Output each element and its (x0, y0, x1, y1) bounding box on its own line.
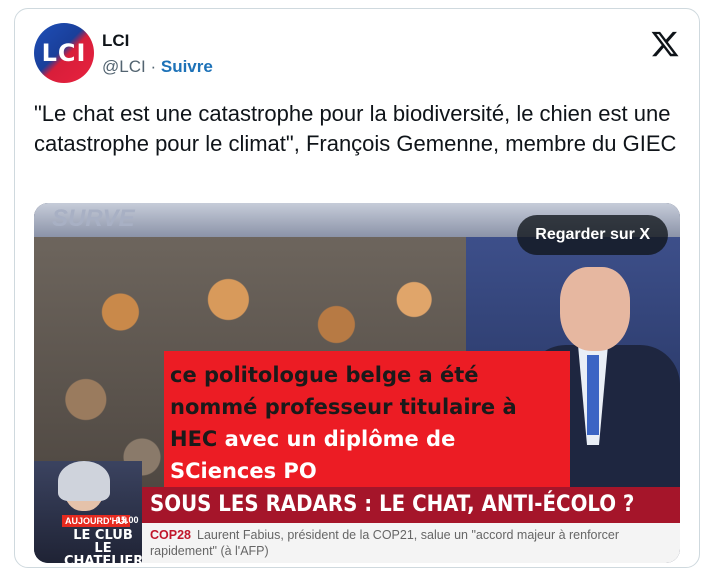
avatar[interactable]: LCI (34, 23, 94, 83)
tweet-text: "Le chat est une catastrophe pour la bio… (34, 101, 677, 156)
watch-on-x-button[interactable]: Regarder sur X (517, 215, 668, 255)
tweet-header: LCI LCI @LCI · Suivre (34, 23, 680, 87)
news-banner: SOUS LES RADARS : LE CHAT, ANTI-ÉCOLO ? (142, 487, 680, 523)
separator: · (150, 57, 157, 76)
today-time: 15.00 (116, 515, 139, 525)
handle-row: @LCI · Suivre (102, 57, 213, 77)
caption-overlay: ce politologue belge a été nommé profess… (164, 351, 570, 493)
anchor-thumbnail: AUJOURD'HUI 15.00 LE CLUB LE CHATELIER (34, 461, 144, 563)
guest-tie (587, 355, 599, 435)
follow-button[interactable]: Suivre (161, 57, 213, 76)
show-name-line2: LE CHATELIER (64, 541, 144, 563)
tweet-card[interactable]: LCI LCI @LCI · Suivre "Le chat est une c… (14, 8, 700, 568)
x-logo-icon[interactable] (650, 29, 680, 59)
ticker-text: Laurent Fabius, président de la COP21, s… (150, 528, 620, 558)
news-ticker: COP28 Laurent Fabius, président de la COP… (142, 523, 680, 563)
avatar-logo-text: LCI (41, 39, 87, 67)
account-handle[interactable]: @LCI (102, 57, 146, 76)
guest-head (560, 267, 630, 351)
show-name: LE CLUB LE CHATELIER (64, 529, 144, 563)
tweet-media[interactable]: SURVE Regarder sur X ce politologue belg… (34, 203, 680, 563)
account-name[interactable]: LCI (102, 31, 129, 51)
anchor-hair (58, 461, 110, 501)
studio-sign-text: SURVE (52, 205, 135, 232)
ticker-tag: COP28 (150, 528, 191, 542)
